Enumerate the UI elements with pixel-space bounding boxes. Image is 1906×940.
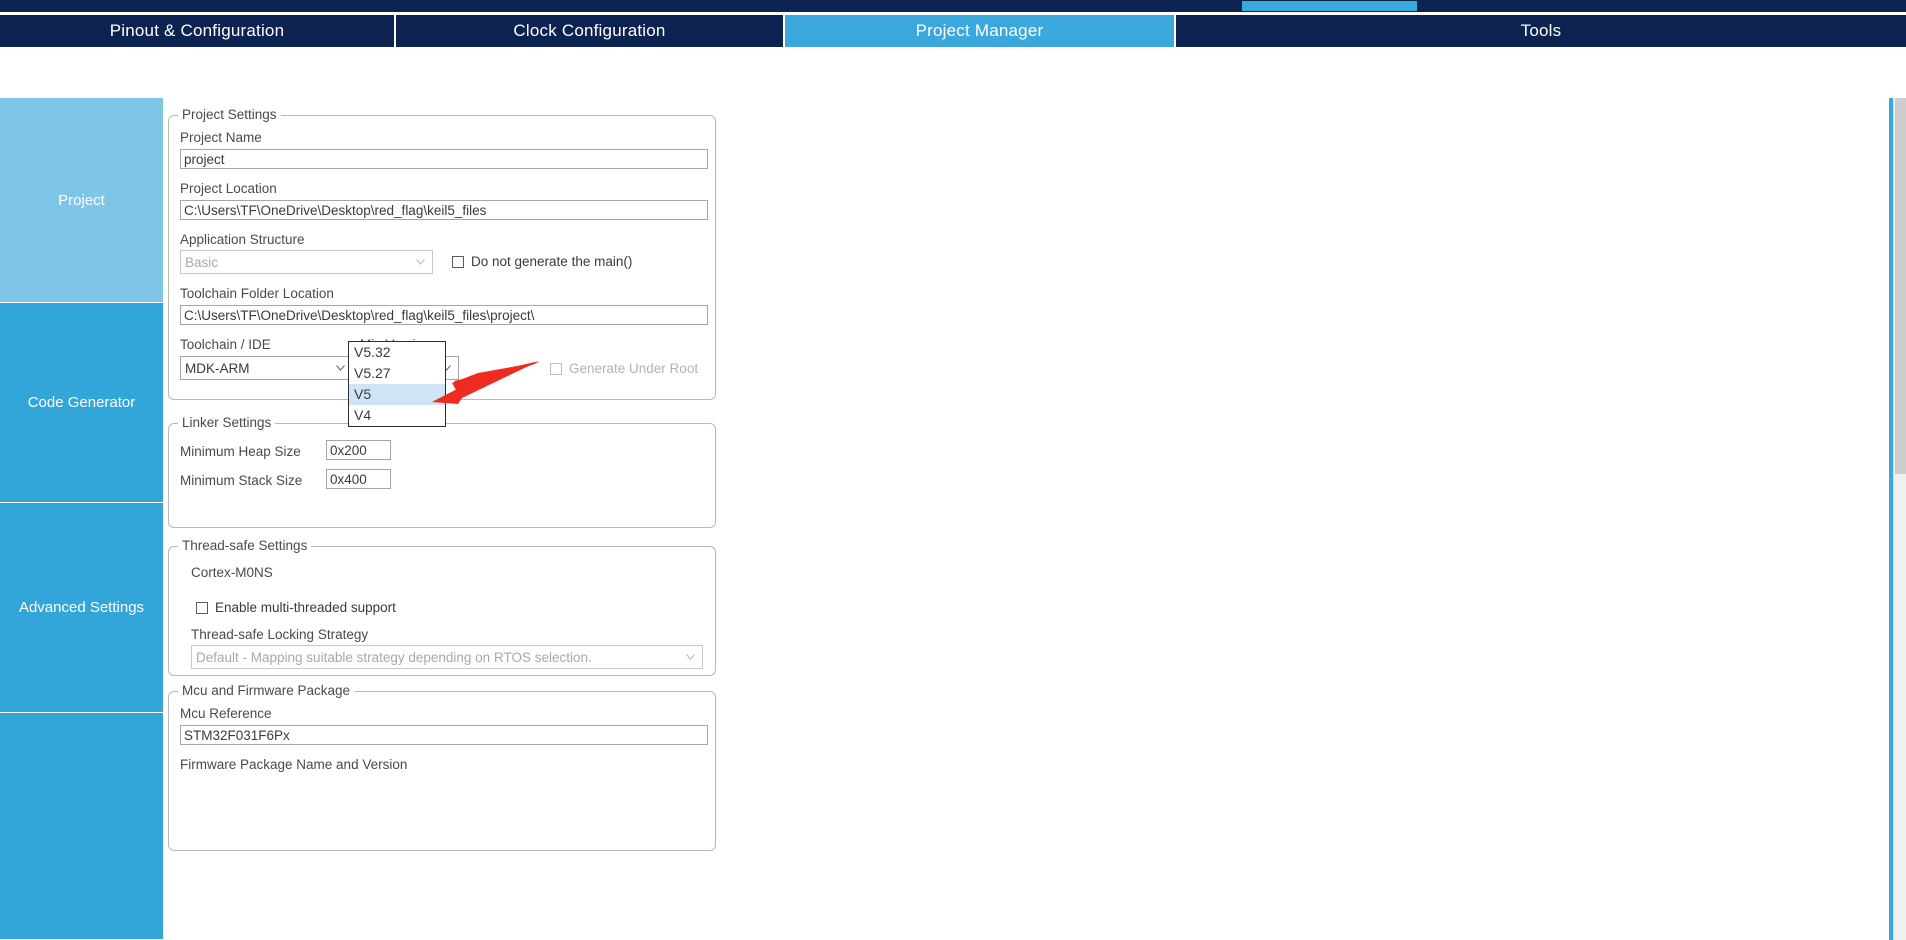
dropdown-option-v4[interactable]: V4 (349, 405, 445, 426)
tab-label: Pinout & Configuration (109, 21, 285, 40)
input-mcu-reference[interactable]: STM32F031F6Px (180, 725, 708, 745)
label-minimum-stack-size: Minimum Stack Size (180, 473, 303, 488)
group-legend-linker-settings: Linker Settings (178, 415, 276, 430)
tab-clock-configuration[interactable]: Clock Configuration (396, 15, 785, 47)
sidebar-item-code-generator[interactable]: Code Generator (0, 303, 163, 503)
sidebar-item-label: Advanced Settings (18, 599, 145, 616)
sidebar-item-label: Project (58, 191, 105, 209)
chevron-down-icon (336, 365, 345, 371)
label-mcu-reference: Mcu Reference (180, 706, 272, 721)
label-application-structure: Application Structure (180, 232, 305, 247)
input-minimum-heap-size[interactable]: 0x200 (326, 440, 391, 460)
sidebar-item-advanced-settings[interactable]: Advanced Settings (0, 503, 163, 713)
checkbox-do-not-generate-main[interactable]: Do not generate the main() (452, 254, 632, 269)
label-minimum-heap-size: Minimum Heap Size (180, 444, 301, 459)
input-project-location[interactable]: C:\Users\TF\OneDrive\Desktop\red_flag\ke… (180, 200, 708, 220)
checkbox-label: Enable multi-threaded support (215, 600, 396, 615)
project-settings-form: Project Settings Project Name project Pr… (163, 98, 1893, 940)
tab-label: Clock Configuration (513, 21, 666, 40)
checkbox-label: Do not generate the main() (471, 254, 633, 269)
label-project-name: Project Name (180, 130, 262, 145)
sidebar-item-empty[interactable] (0, 713, 163, 940)
vertical-scrollbar-thumb[interactable] (1895, 98, 1906, 474)
dropdown-option-v5-27[interactable]: V5.27 (349, 363, 445, 384)
label-toolchain-folder-location: Toolchain Folder Location (180, 286, 334, 301)
label-cortex-core: Cortex-M0NS (191, 565, 273, 580)
checkbox-enable-multi-threaded-support[interactable]: Enable multi-threaded support (196, 600, 396, 615)
label-toolchain-ide: Toolchain / IDE (180, 337, 271, 352)
dropdown-min-version-list[interactable]: V5.32 V5.27 V5 V4 (348, 341, 446, 427)
select-thread-safe-locking-strategy-value: Default - Mapping suitable strategy depe… (196, 650, 592, 665)
checkbox-generate-under-root[interactable]: Generate Under Root (550, 361, 698, 376)
tab-label: Project Manager (915, 21, 1044, 40)
select-application-structure-value: Basic (185, 255, 219, 270)
top-strip-highlight (1242, 1, 1417, 11)
input-toolchain-folder-location[interactable]: C:\Users\TF\OneDrive\Desktop\red_flag\ke… (180, 305, 708, 325)
checkbox-box (452, 255, 464, 268)
group-legend-mcu-firmware-package: Mcu and Firmware Package (178, 683, 355, 698)
checkbox-box (196, 601, 208, 614)
select-toolchain-ide-value: MDK-ARM (185, 361, 250, 376)
dropdown-option-v5-32[interactable]: V5.32 (349, 342, 445, 363)
sidebar-item-label: Code Generator (27, 394, 136, 411)
input-minimum-stack-size[interactable]: 0x400 (326, 469, 391, 489)
vertical-scrollbar-track[interactable] (1893, 98, 1906, 940)
tab-project-manager[interactable]: Project Manager (785, 15, 1176, 47)
group-linker-settings: Linker Settings Minimum Heap Size 0x200 … (168, 415, 716, 528)
window-top-strip (0, 0, 1906, 12)
sidebar-item-project[interactable]: Project (0, 98, 163, 303)
label-firmware-package-name-version: Firmware Package Name and Version (180, 757, 408, 772)
tab-pinout-configuration[interactable]: Pinout & Configuration (0, 15, 396, 47)
label-thread-safe-locking-strategy: Thread-safe Locking Strategy (191, 627, 369, 642)
tab-label: Tools (1520, 21, 1562, 40)
group-thread-safe-settings: Thread-safe Settings Cortex-M0NS Enable … (168, 538, 716, 676)
select-application-structure[interactable]: Basic (180, 250, 433, 274)
workspace: Project Code Generator Advanced Settings… (0, 47, 1906, 940)
dropdown-option-v5[interactable]: V5 (349, 384, 445, 405)
tab-tools[interactable]: Tools (1176, 15, 1906, 47)
select-toolchain-ide[interactable]: MDK-ARM (180, 356, 353, 380)
project-manager-sidebar: Project Code Generator Advanced Settings (0, 98, 163, 940)
input-project-name[interactable]: project (180, 149, 708, 169)
label-project-location: Project Location (180, 181, 277, 196)
chevron-down-icon (416, 259, 425, 265)
checkbox-label: Generate Under Root (569, 361, 699, 376)
group-legend-project-settings: Project Settings (178, 107, 281, 122)
main-tab-bar: Pinout & Configuration Clock Configurati… (0, 15, 1906, 47)
select-thread-safe-locking-strategy[interactable]: Default - Mapping suitable strategy depe… (191, 645, 703, 669)
checkbox-box (550, 362, 562, 375)
group-mcu-firmware-package: Mcu and Firmware Package Mcu Reference S… (168, 683, 716, 851)
chevron-down-icon (686, 654, 695, 660)
group-legend-thread-safe-settings: Thread-safe Settings (178, 538, 312, 553)
